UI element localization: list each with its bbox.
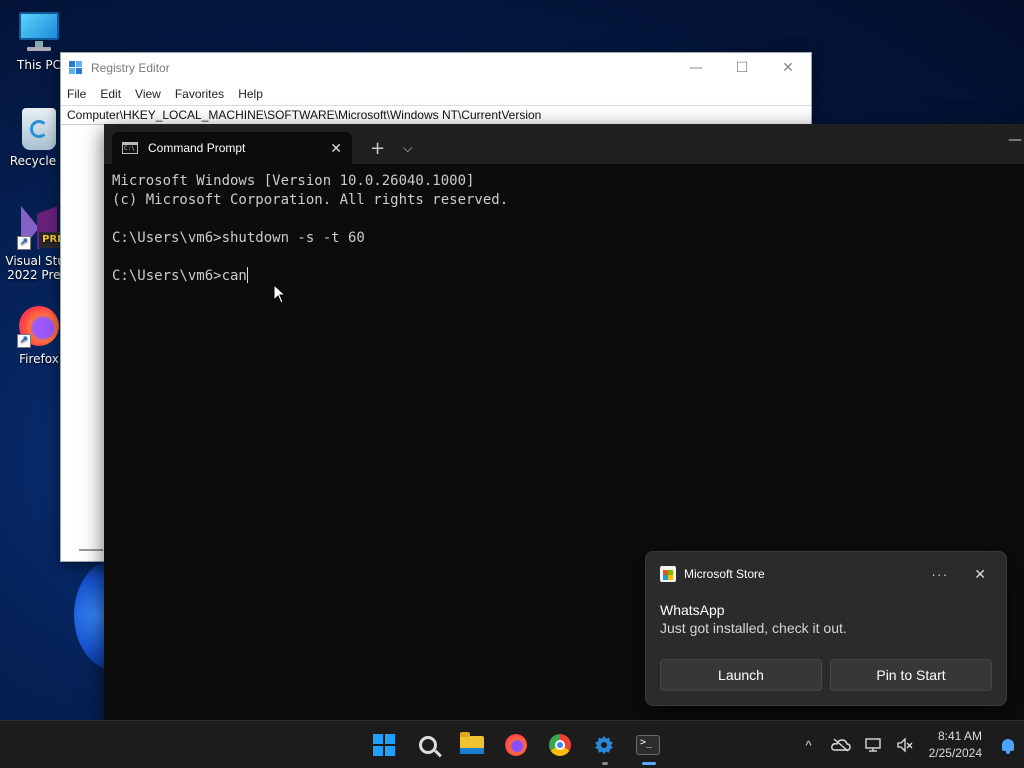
computer-icon	[17, 10, 61, 54]
gear-icon	[593, 734, 615, 756]
menu-favorites[interactable]: Favorites	[175, 87, 224, 101]
chrome-icon	[549, 734, 571, 756]
terminal-prompt: C:\Users\vm6>	[112, 268, 222, 284]
menu-help[interactable]: Help	[238, 87, 263, 101]
firefox-icon: ↗	[17, 304, 61, 348]
mouse-pointer-icon	[273, 284, 287, 304]
command-prompt-icon	[122, 142, 138, 154]
folder-icon	[460, 732, 484, 754]
tab-dropdown-button[interactable]: ⌵	[403, 132, 412, 164]
menu-edit[interactable]: Edit	[100, 87, 121, 101]
pane-scrollbar[interactable]	[79, 549, 103, 551]
clock[interactable]: 8:41 AM 2/25/2024	[929, 728, 982, 762]
firefox-icon	[505, 734, 527, 756]
terminal-line: C:\Users\vm6>shutdown -s -t 60	[112, 230, 365, 246]
registry-editor-icon	[69, 61, 83, 75]
onedrive-offline-icon[interactable]	[825, 738, 857, 752]
text-caret	[246, 267, 248, 283]
registry-menubar: File Edit View Favorites Help	[61, 83, 811, 105]
windows-logo-icon	[373, 734, 395, 756]
terminal-current-input: can	[221, 268, 247, 284]
file-explorer-button[interactable]	[450, 721, 494, 768]
registry-tree-pane[interactable]	[61, 125, 105, 561]
maximize-button[interactable]: ☐	[719, 53, 765, 83]
toast-title: WhatsApp	[660, 602, 725, 618]
registry-address-bar[interactable]: Computer\HKEY_LOCAL_MACHINE\SOFTWARE\Mic…	[61, 105, 811, 125]
shortcut-arrow-icon: ↗	[17, 334, 31, 348]
start-button[interactable]	[362, 721, 406, 768]
microsoft-store-icon	[660, 566, 676, 582]
new-tab-button[interactable]: +	[370, 132, 385, 164]
shortcut-arrow-icon: ↗	[17, 236, 31, 250]
search-icon	[419, 736, 437, 754]
terminal-line: (c) Microsoft Corporation. All rights re…	[112, 192, 509, 208]
recycle-bin-icon	[22, 108, 56, 150]
network-icon[interactable]	[857, 737, 889, 753]
tab-title: Command Prompt	[148, 141, 246, 155]
terminal-tab-strip: Command Prompt ✕ + ⌵ —	[104, 124, 1024, 164]
taskbar: ^ 8:41 AM 2/25/2024	[0, 720, 1024, 768]
visual-studio-icon: PRE ↗	[17, 206, 67, 250]
launch-button[interactable]: Launch	[660, 659, 822, 691]
volume-muted-icon[interactable]	[889, 737, 921, 753]
terminal-output[interactable]: Microsoft Windows [Version 10.0.26040.10…	[104, 164, 1024, 294]
toast-close-icon[interactable]: ✕	[974, 566, 986, 583]
notification-bell-icon[interactable]	[992, 739, 1024, 754]
registry-editor-titlebar[interactable]: Registry Editor — ☐ ✕	[61, 53, 811, 83]
clock-date: 2/25/2024	[928, 746, 982, 760]
toast-app-name: Microsoft Store	[684, 567, 765, 581]
terminal-taskbar-button[interactable]	[626, 721, 670, 768]
notification-toast[interactable]: Microsoft Store ··· ✕ WhatsApp Just got …	[645, 551, 1007, 706]
clock-time: 8:41 AM	[937, 729, 982, 743]
settings-taskbar-button[interactable]	[582, 721, 626, 768]
menu-view[interactable]: View	[135, 87, 161, 101]
system-tray: ^ 8:41 AM 2/25/2024	[793, 721, 1024, 768]
pin-to-start-button[interactable]: Pin to Start	[830, 659, 992, 691]
show-hidden-icons-chevron[interactable]: ^	[793, 738, 825, 753]
search-button[interactable]	[406, 721, 450, 768]
terminal-line: Microsoft Windows [Version 10.0.26040.10…	[112, 173, 475, 189]
chrome-taskbar-button[interactable]	[538, 721, 582, 768]
terminal-icon	[636, 735, 660, 755]
tab-command-prompt[interactable]: Command Prompt ✕	[112, 132, 352, 164]
close-button[interactable]: ✕	[765, 53, 811, 83]
tab-close-icon[interactable]: ✕	[330, 140, 342, 157]
window-title: Registry Editor	[91, 61, 170, 75]
minimize-button[interactable]: —	[673, 53, 719, 83]
more-options-icon[interactable]: ···	[931, 566, 948, 582]
toast-message: Just got installed, check it out.	[660, 620, 847, 636]
firefox-taskbar-button[interactable]	[494, 721, 538, 768]
menu-file[interactable]: File	[67, 87, 86, 101]
terminal-minimize-button[interactable]: —	[1008, 132, 1022, 148]
terminal-input-line[interactable]: C:\Users\vm6>can	[112, 267, 1016, 286]
